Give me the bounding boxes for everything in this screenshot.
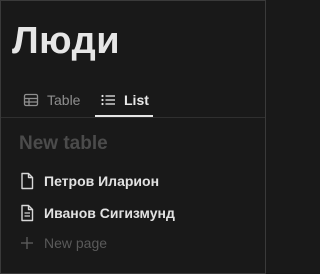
database-view: Люди Table List New table Петров Иларион… — [0, 0, 266, 274]
list-item[interactable]: Иванов Сигизмунд — [19, 201, 175, 225]
table-icon — [23, 92, 39, 108]
new-page-button[interactable]: New page — [19, 231, 107, 255]
list-item-label: Петров Иларион — [44, 173, 160, 189]
tab-list[interactable]: List — [100, 85, 149, 115]
list-icon — [100, 92, 116, 108]
list-item[interactable]: Петров Иларион — [19, 169, 159, 193]
view-tabs: Table List — [1, 85, 265, 117]
tabs-divider — [1, 117, 265, 118]
group-title: New table — [19, 133, 108, 154]
new-page-label: New page — [44, 235, 108, 251]
list-item-label: Иванов Сигизмунд — [44, 205, 175, 221]
tab-table-label: Table — [47, 92, 81, 108]
plus-icon — [19, 235, 35, 251]
tab-list-label: List — [124, 92, 149, 108]
tab-table[interactable]: Table — [23, 85, 80, 115]
page-title: Люди — [12, 20, 121, 62]
page-icon — [19, 204, 35, 222]
page-icon — [19, 172, 35, 190]
